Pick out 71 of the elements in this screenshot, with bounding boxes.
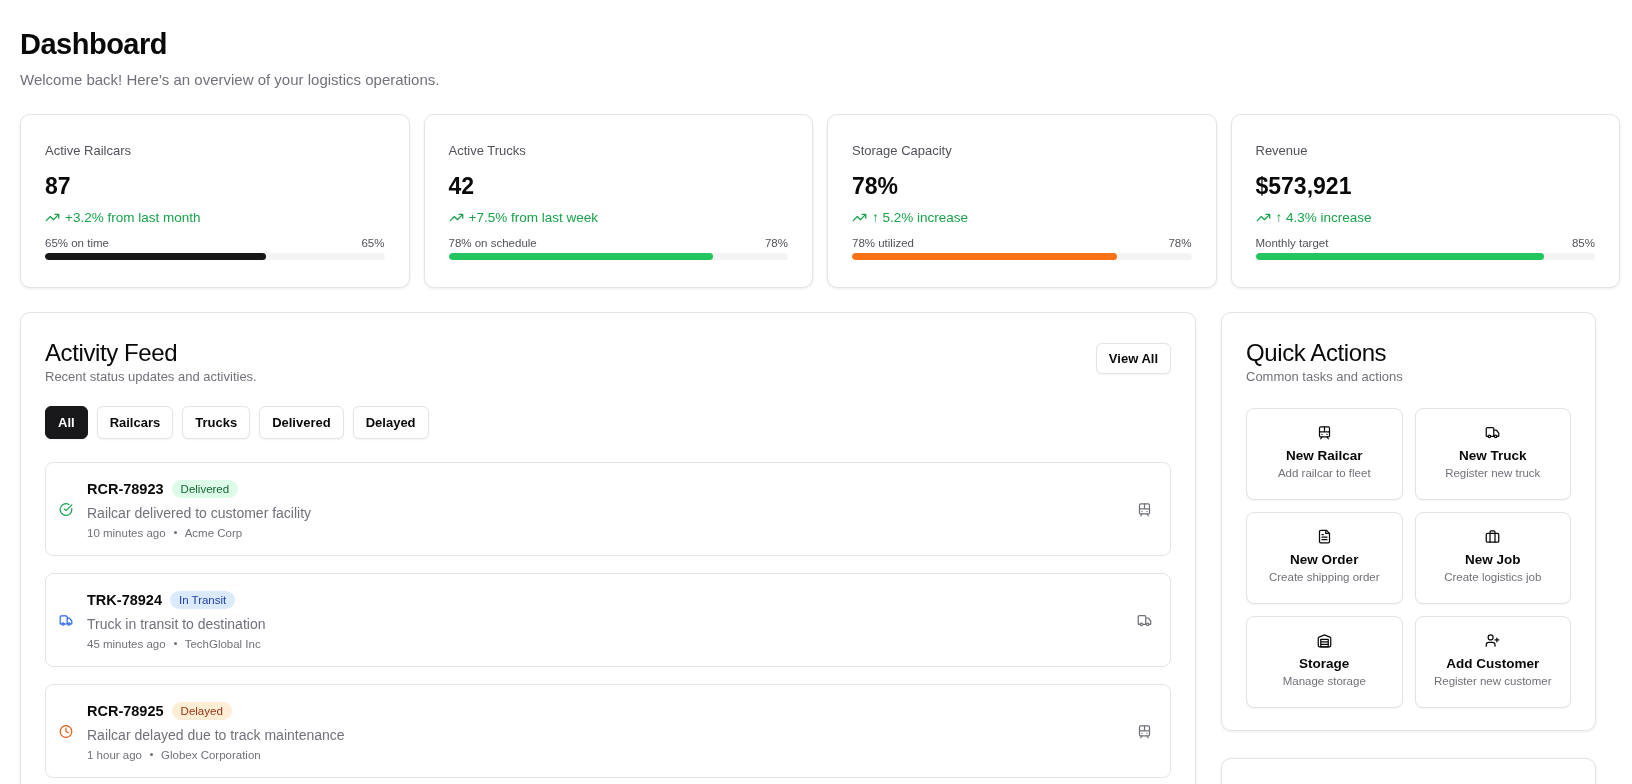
customer-name: TechGlobal Inc [184,637,261,650]
stat-value: 87 [45,173,72,200]
activity-time: 1 hour ago [87,748,142,761]
progress-label: 78% on schedule [448,237,537,249]
truck-icon [1485,425,1501,440]
separator-dot [173,642,177,645]
activity-description: Railcar delivered to customer facility [87,504,313,521]
trend-text: ↑ 5.2% increase [872,210,969,225]
filter-tab[interactable]: Trucks [182,406,251,439]
quick-action-button[interactable]: Add Customer Register new customer [1414,616,1571,708]
document-icon [1316,529,1332,544]
filter-tab[interactable]: Delayed [352,406,429,439]
activity-item[interactable]: TRK-78924 In Transit Truck in transit to destination 45 minutes ago TechGlobal Inc [45,573,1171,667]
quick-action-button[interactable]: New Truck Register new truck [1414,408,1571,500]
page-subtitle: Welcome back! Here's an overview of your logistics operations. [20,71,441,88]
activity-time: 45 minutes ago [87,637,166,650]
activity-item[interactable]: RCR-78923 Delivered Railcar delivered to customer facility 10 minutes ago Acme Corp [45,462,1171,556]
stat-label: Active Railcars [45,143,132,158]
quick-action-button[interactable]: New Railcar Add railcar to fleet [1246,408,1403,500]
separator-dot [150,753,153,756]
shipment-id: RCR-78923 [87,480,164,497]
trend-text: +3.2% from last month [65,210,201,225]
truck-icon [59,612,73,628]
quick-action-button[interactable]: New Order Create shipping order [1246,512,1403,604]
stat-value: $573,921 [1255,173,1353,200]
stat-value: 42 [448,173,476,200]
panel-subtitle: Recent status updates and activities. [45,369,257,384]
activity-description: Railcar delayed due to track maintenance [87,726,346,743]
panel-title: Activity Feed [45,339,179,367]
activity-time: 10 minutes ago [87,526,166,539]
stat-label: Revenue [1255,143,1309,158]
stat-value: 78% [852,173,900,200]
truck-icon [1137,612,1152,628]
train-icon [1316,425,1332,440]
progress-label: Monthly target [1255,237,1329,249]
status-badge: Delayed [171,701,232,720]
customer-name: Acme Corp [184,526,243,539]
activity-item[interactable]: RCR-78925 Delayed Railcar delayed due to track maintenance 1 hour ago Globex Corporation [45,684,1171,778]
quick-action-button[interactable]: Storage Manage storage [1246,616,1403,708]
shipment-id: TRK-78924 [87,591,162,608]
train-icon [1137,723,1152,739]
progress-label: 65% on time [45,237,109,249]
progress-reading: 78% [764,237,788,249]
warehouse-icon [1316,633,1332,648]
trend-text: ↑ 4.3% increase [1275,210,1372,225]
progress-reading: 78% [1168,237,1192,249]
panel-subtitle: Common tasks and actions [1246,369,1404,384]
briefcase-icon [1485,529,1501,544]
panel-title: Quick Actions [1246,339,1388,367]
train-icon [1137,501,1152,517]
filter-tab[interactable]: All [45,406,88,439]
progress-reading: 85% [1571,237,1595,249]
progress-reading: 65% [361,237,385,249]
user-plus-icon [1485,633,1501,648]
trend-text: +7.5% from last week [468,210,598,225]
page-title: Dashboard [20,28,168,61]
stat-label: Storage Capacity [852,143,953,158]
quick-action-button[interactable]: New Job Create logistics job [1414,512,1571,604]
check-circle-icon [59,501,73,517]
progress-label: 78% utilized [852,237,914,249]
customer-name: Globex Corporation [161,748,261,761]
shipment-id: RCR-78925 [87,702,164,719]
filter-tab[interactable]: Railcars [96,406,174,439]
clock-icon [59,723,73,739]
view-all-button[interactable]: View All [1095,343,1171,374]
status-badge: Delivered [171,479,239,498]
separator-dot [173,531,177,534]
filter-tab[interactable]: Delivered [259,406,344,439]
activity-description: Truck in transit to destination [87,615,267,632]
status-badge: In Transit [169,590,236,609]
stat-label: Active Trucks [448,143,527,158]
